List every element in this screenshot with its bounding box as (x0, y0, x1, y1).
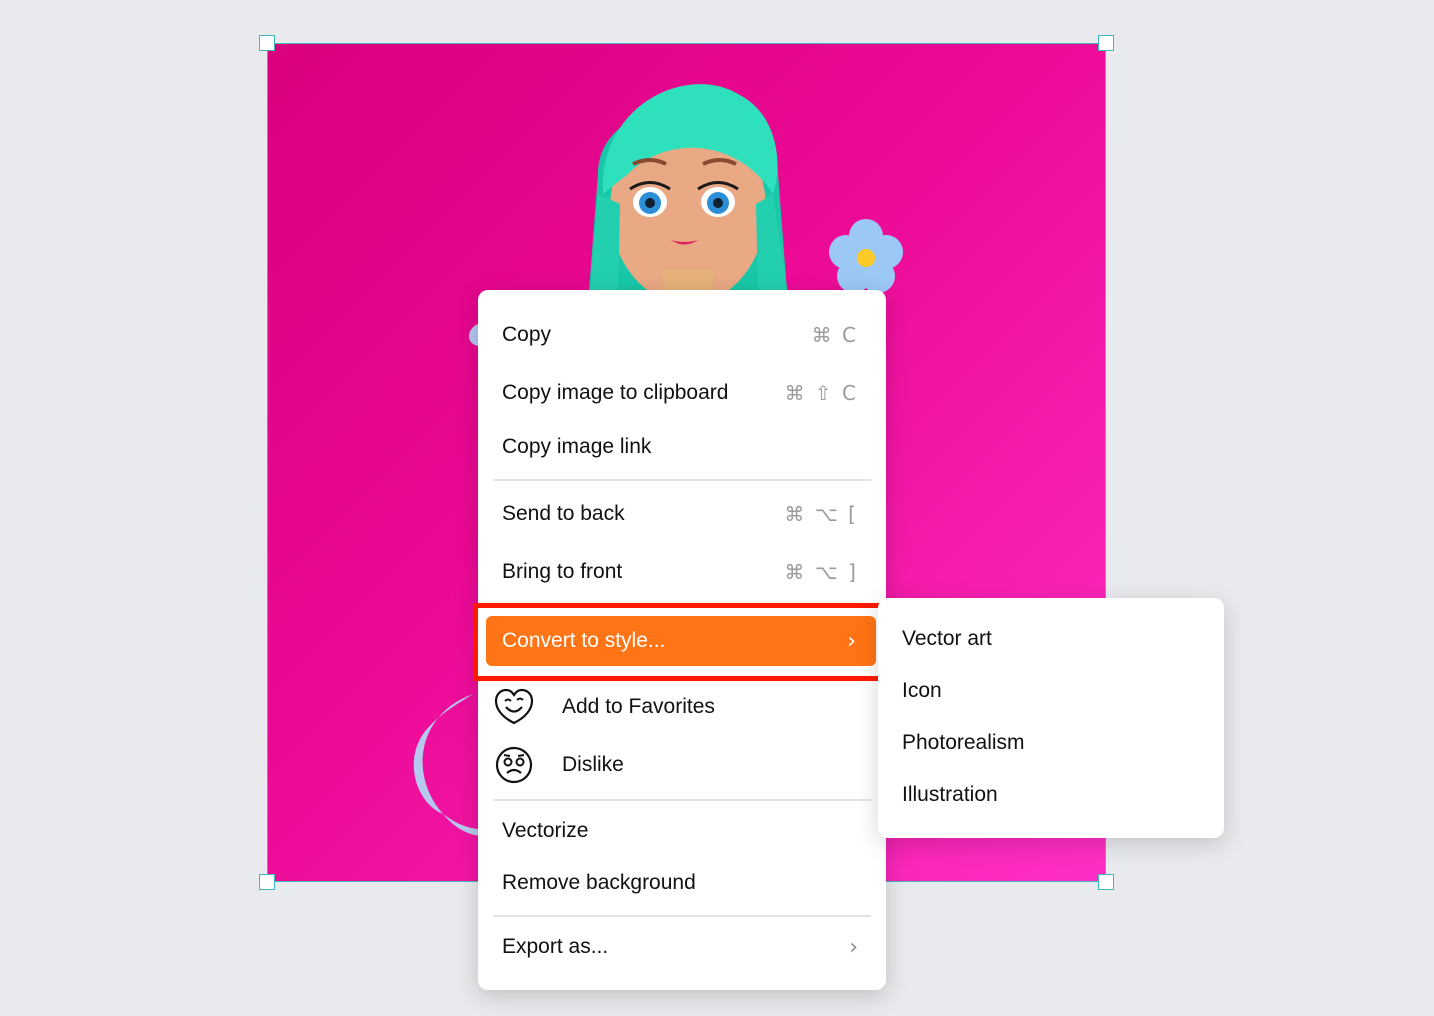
menu-item-vectorize[interactable]: Vectorize (478, 806, 886, 856)
menu-item-label: Dislike (562, 753, 624, 776)
menu-item-label: Copy image link (502, 435, 652, 458)
menu-item-label: Vectorize (502, 819, 589, 842)
submenu-item-vector-art[interactable]: Vector art (878, 615, 1224, 663)
menu-divider (493, 799, 871, 801)
menu-item-label: Remove background (502, 871, 696, 894)
submenu-item-icon[interactable]: Icon (878, 667, 1224, 715)
shortcut-label: ⌘ C (811, 323, 858, 347)
annotation-highlight-box (473, 603, 888, 681)
shortcut-label: ⌘ ⌥ [ (784, 502, 858, 526)
resize-handle-top-right[interactable] (1098, 35, 1114, 51)
style-submenu: Vector art Icon Photorealism Illustratio… (878, 598, 1224, 838)
menu-item-label: Copy (502, 323, 552, 346)
submenu-item-illustration[interactable]: Illustration (878, 771, 1224, 819)
resize-handle-bottom-left[interactable] (259, 874, 275, 890)
menu-divider (493, 479, 871, 481)
menu-item-copy-link[interactable]: Copy image link (478, 422, 886, 472)
shortcut-label: ⌘ ⌥ ] (784, 560, 858, 584)
menu-item-label: Export as... (502, 935, 609, 958)
chevron-right-icon: › (849, 934, 858, 960)
menu-item-export[interactable]: Export as... › (478, 922, 886, 972)
menu-item-send-back[interactable]: Send to back ⌘ ⌥ [ (478, 489, 886, 539)
menu-divider (493, 915, 871, 917)
menu-item-label: Bring to front (502, 560, 623, 583)
resize-handle-bottom-right[interactable] (1098, 874, 1114, 890)
menu-item-bring-front[interactable]: Bring to front ⌘ ⌥ ] (478, 547, 886, 597)
submenu-item-photorealism[interactable]: Photorealism (878, 719, 1224, 767)
menu-item-label: Send to back (502, 502, 625, 525)
menu-item-add-favorites[interactable]: Add to Favorites (478, 682, 886, 732)
menu-item-label: Copy image to clipboard (502, 381, 729, 404)
menu-item-remove-background[interactable]: Remove background (478, 858, 886, 908)
resize-handle-top-left[interactable] (259, 35, 275, 51)
sad-face-icon (494, 745, 534, 785)
smiley-heart-icon (494, 687, 534, 727)
menu-item-copy[interactable]: Copy ⌘ C (478, 310, 886, 360)
menu-item-label: Add to Favorites (562, 695, 715, 718)
shortcut-label: ⌘ ⇧ C (784, 381, 858, 405)
menu-item-dislike[interactable]: Dislike (478, 740, 886, 790)
menu-item-copy-image[interactable]: Copy image to clipboard ⌘ ⇧ C (478, 368, 886, 418)
